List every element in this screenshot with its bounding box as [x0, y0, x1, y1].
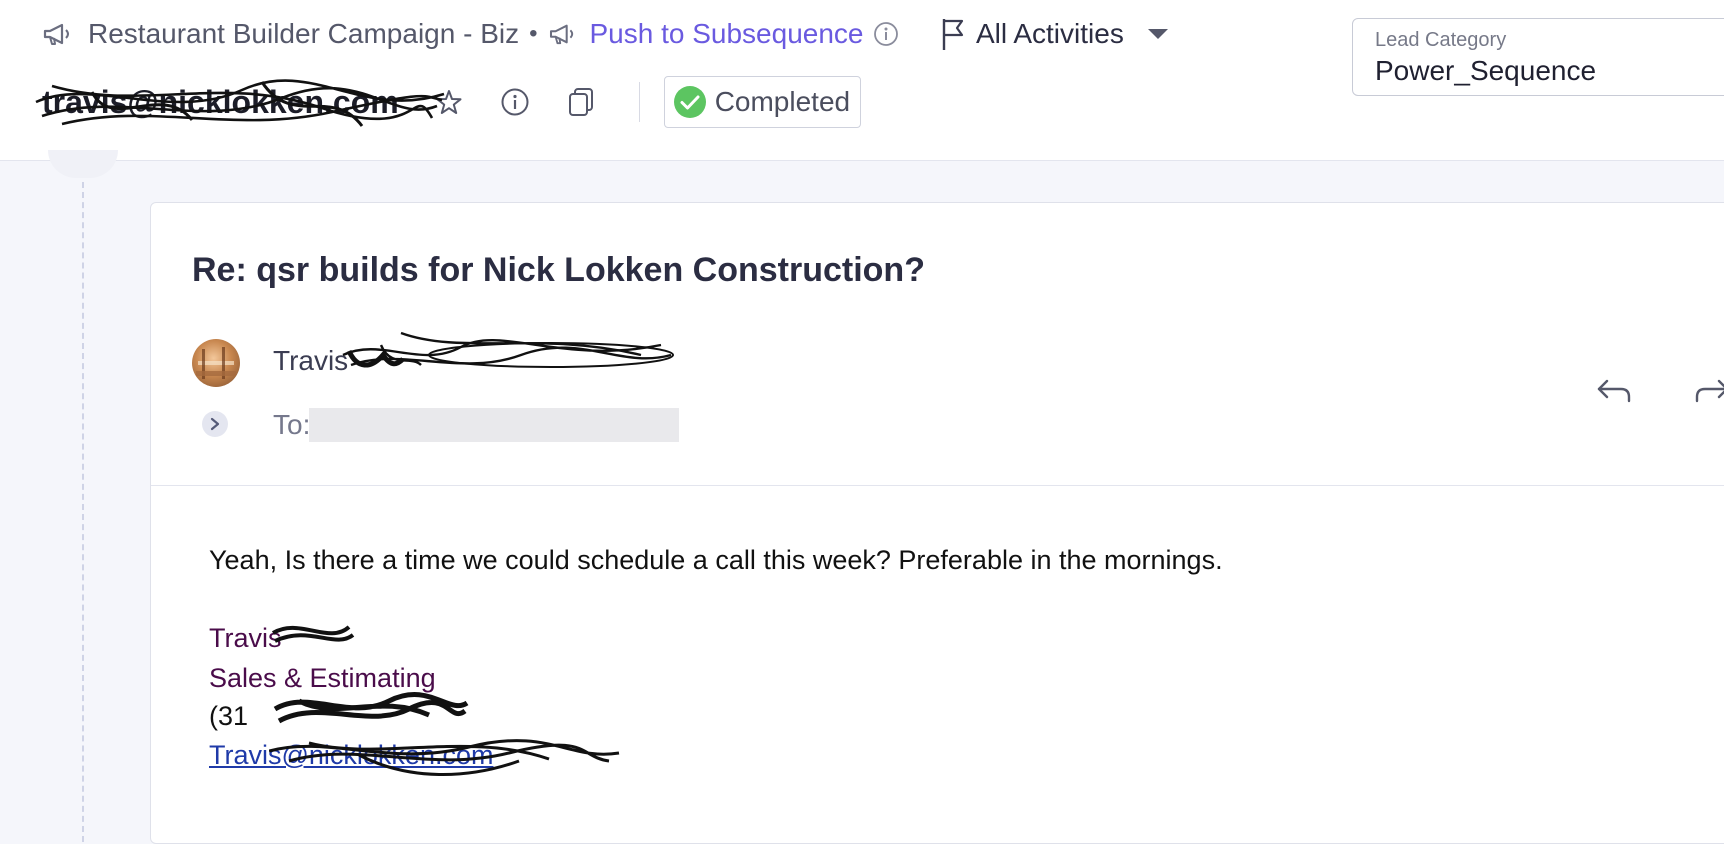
sender-name: Travis [273, 345, 349, 376]
lead-identity-row: travis@nicklokken.com Completed [35, 74, 862, 130]
signature-title: Sales & Estimating [209, 663, 436, 693]
campaign-name[interactable]: Restaurant Builder Campaign - Biz [88, 18, 519, 50]
caret-down-icon[interactable] [1146, 27, 1170, 41]
email-subject: Re: qsr builds for Nick Lokken Construct… [192, 251, 925, 289]
megaphone-icon [42, 21, 74, 47]
info-icon[interactable] [873, 21, 899, 47]
flag-icon [940, 17, 966, 51]
copy-icon[interactable] [561, 82, 601, 122]
timeline-node [48, 150, 118, 178]
star-icon[interactable] [429, 82, 469, 122]
forward-icon[interactable] [1691, 373, 1724, 409]
lead-header: Restaurant Builder Campaign - Biz • Push… [0, 0, 1724, 161]
info-icon[interactable] [495, 82, 535, 122]
activities-filter-label: All Activities [976, 18, 1124, 49]
avatar [192, 339, 240, 387]
email-sender: Travis [273, 345, 348, 377]
to-label: To: [273, 409, 311, 440]
lead-category-label: Lead Category [1375, 29, 1507, 51]
reply-icon[interactable] [1595, 373, 1635, 409]
email-activity-card: Re: qsr builds for Nick Lokken Construct… [150, 202, 1724, 844]
expand-recipients-button[interactable] [202, 411, 228, 437]
signature-name: Travis [209, 623, 282, 653]
activities-filter[interactable]: All Activities [940, 14, 1170, 54]
signature-email-link[interactable]: Travis@nicklokken.com [209, 740, 493, 771]
check-circle-icon [673, 85, 707, 119]
lead-category-select[interactable]: Lead Category Power_Sequence [1352, 18, 1724, 96]
push-to-subsequence-link[interactable]: Push to Subsequence [590, 18, 864, 50]
breadcrumb-separator: • [529, 20, 538, 47]
lead-email: travis@nicklokken.com [35, 78, 445, 127]
megaphone-icon [548, 22, 578, 46]
lead-category-value: Power_Sequence [1375, 55, 1597, 86]
recipient-redaction [309, 408, 679, 442]
activity-timeline-line [82, 182, 84, 842]
chevron-right-icon [209, 417, 221, 431]
divider [151, 485, 1724, 486]
status-label: Completed [714, 86, 851, 117]
redaction-scribble [342, 331, 674, 368]
signature-phone: (31 [209, 701, 249, 731]
campaign-breadcrumb: Restaurant Builder Campaign - Biz • Push… [42, 14, 899, 54]
divider [638, 82, 640, 122]
lead-email-text: travis@nicklokken.com [42, 83, 399, 120]
email-body: Yeah, Is there a time we could schedule … [209, 545, 1223, 575]
status-badge: Completed [663, 76, 862, 128]
